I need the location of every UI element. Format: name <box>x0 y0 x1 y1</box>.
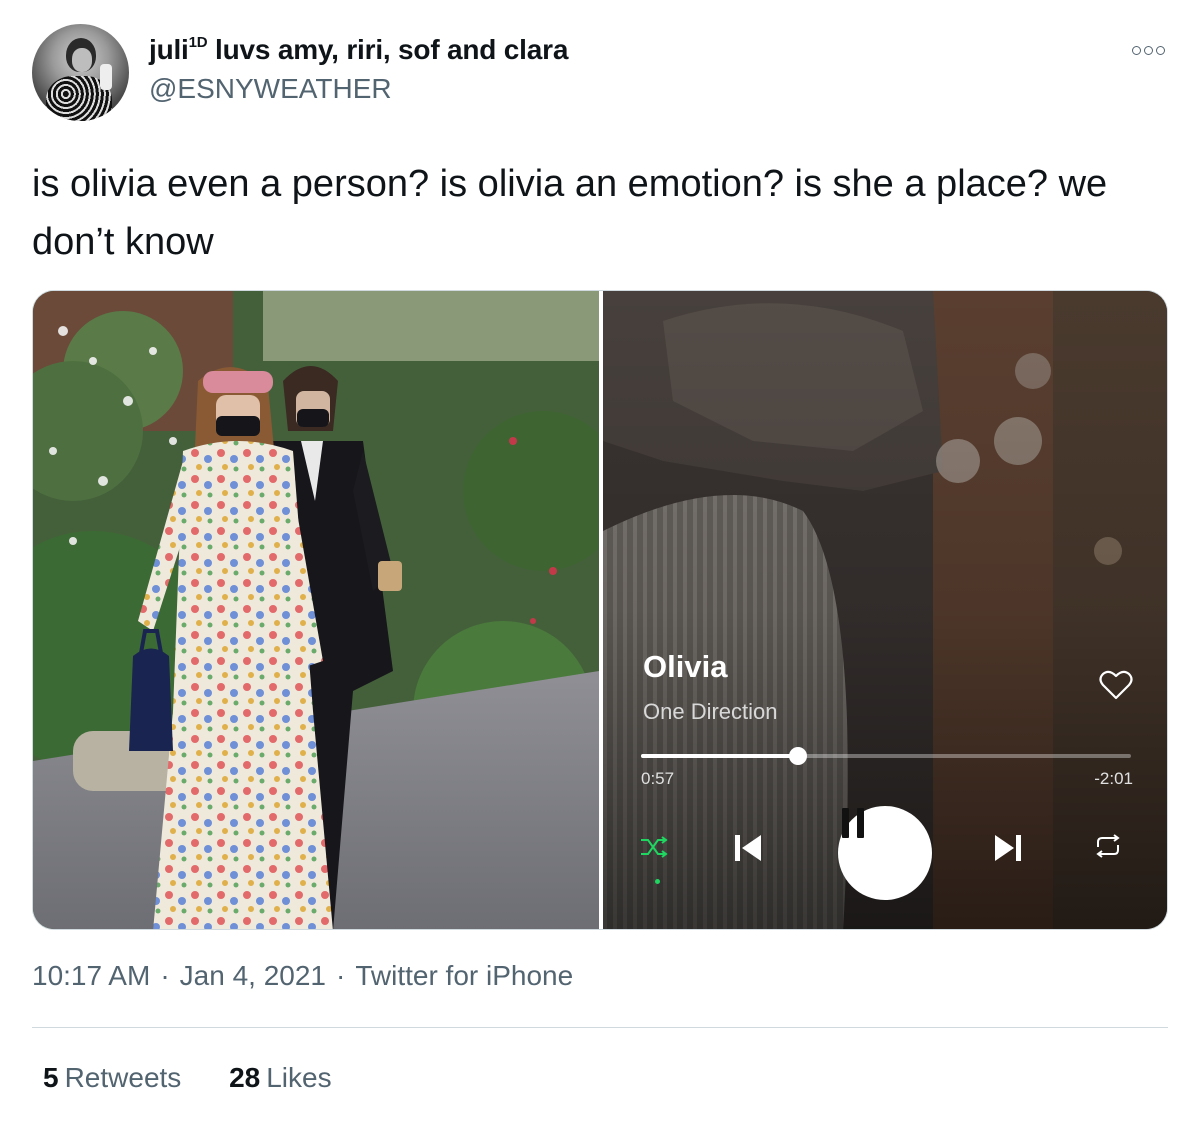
author-display-name[interactable]: juli1D luvs amy, riri, sof and clara <box>149 34 568 66</box>
author-handle[interactable]: @ESNYWEATHER <box>149 73 392 105</box>
pause-icon <box>842 808 864 838</box>
media-music-player[interactable]: Olivia One Direction 0:57 -2:01 <box>603 291 1167 929</box>
tweet-text: is olivia even a person? is olivia an em… <box>32 163 1108 263</box>
tweet-time[interactable]: 10:17 AM <box>32 960 150 991</box>
more-icon <box>1155 45 1165 55</box>
tweet-date[interactable]: Jan 4, 2021 <box>180 960 326 991</box>
tweet-media[interactable]: Olivia One Direction 0:57 -2:01 <box>32 290 1168 930</box>
likes-count: 28 <box>229 1062 261 1093</box>
media-photo-couple[interactable] <box>33 291 599 929</box>
avatar-face <box>72 48 92 72</box>
meta-separator: · <box>335 960 346 991</box>
meta-separator: · <box>160 960 170 991</box>
display-name-superscript: 1D <box>188 34 208 51</box>
shuffle-icon <box>641 836 668 858</box>
progress-bar[interactable] <box>641 747 1131 765</box>
next-track-button[interactable] <box>991 831 1035 875</box>
avatar-microphone <box>100 64 112 90</box>
repeat-button[interactable] <box>1093 833 1133 873</box>
more-icon <box>1131 45 1141 55</box>
more-options-button[interactable] <box>1128 38 1168 62</box>
shuffle-button[interactable] <box>639 835 675 871</box>
track-artist[interactable]: One Direction <box>643 699 778 725</box>
author-avatar[interactable] <box>32 24 129 121</box>
retweets-label: Retweets <box>64 1062 182 1093</box>
more-icon <box>1143 45 1153 55</box>
time-elapsed: 0:57 <box>641 769 675 788</box>
shuffle-active-indicator <box>655 879 660 884</box>
likes-label: Likes <box>266 1062 332 1093</box>
couple-photo-illustration <box>33 291 599 929</box>
progress-knob[interactable] <box>788 747 807 765</box>
retweets-count: 5 <box>43 1062 59 1093</box>
like-song-button[interactable] <box>1099 669 1133 701</box>
retweets-stat[interactable]: 5 Retweets <box>43 1062 181 1094</box>
heart-icon <box>1099 670 1133 700</box>
display-name-first: juli <box>149 34 189 65</box>
pause-button[interactable] <box>838 806 932 900</box>
previous-track-button[interactable] <box>731 831 775 875</box>
skip-next-icon <box>995 835 1021 861</box>
progress-fill <box>641 754 798 758</box>
display-name-rest: luvs amy, riri, sof and clara <box>207 34 569 65</box>
tweet-source[interactable]: Twitter for iPhone <box>355 960 573 991</box>
likes-stat[interactable]: 28 Likes <box>229 1062 332 1094</box>
time-remaining: -2:01 <box>1094 769 1133 788</box>
stats-divider <box>32 1027 1168 1028</box>
tweet-stats: 5 Retweets 28 Likes <box>43 1062 372 1094</box>
tweet-meta: 10:17 AM · Jan 4, 2021 · Twitter for iPhone <box>32 960 573 992</box>
skip-previous-icon <box>735 835 761 861</box>
track-title: Olivia <box>643 649 728 684</box>
repeat-icon <box>1096 834 1120 858</box>
